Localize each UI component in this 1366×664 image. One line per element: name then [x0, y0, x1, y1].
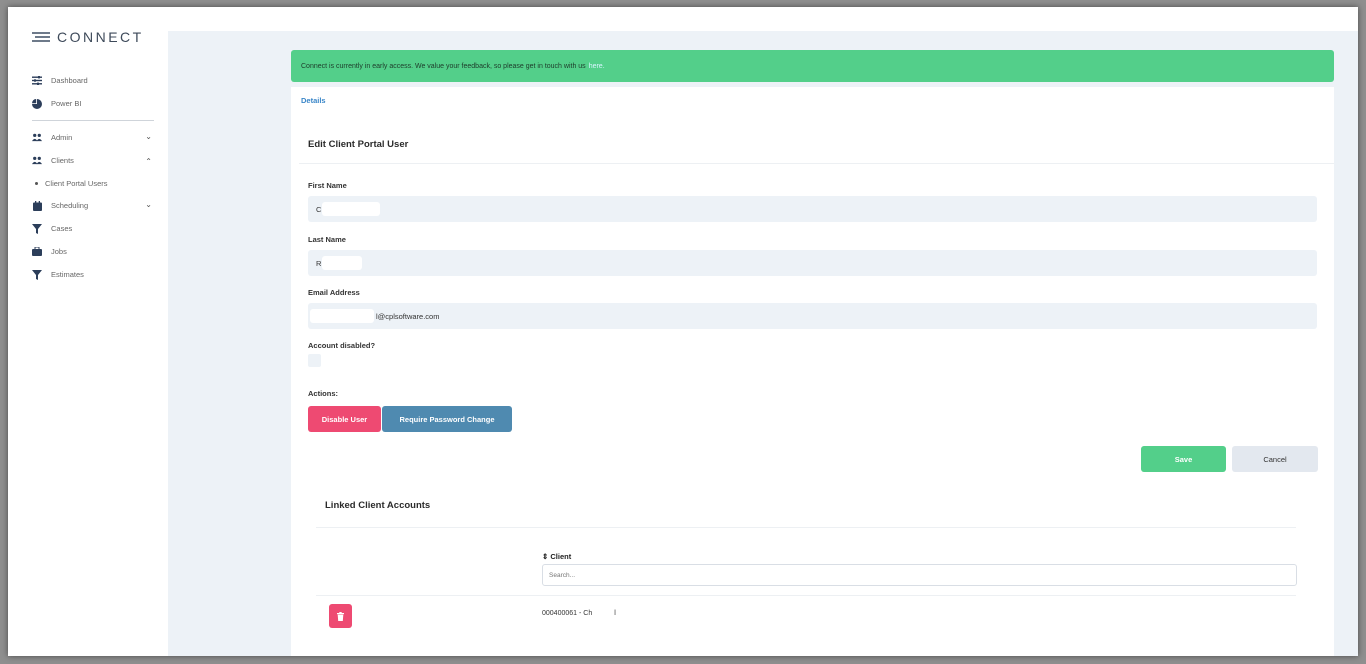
sidebar-item-cases[interactable]: Cases — [8, 217, 168, 240]
redaction — [322, 202, 380, 216]
client-value-suffix: l — [614, 610, 616, 617]
sidebar-item-label: Jobs — [51, 247, 67, 256]
divider — [316, 595, 1296, 596]
sidebar-nav: Dashboard Power BI Admin ⌄ Clients ⌃ Cli… — [8, 69, 168, 286]
chevron-up-icon: ⌃ — [145, 157, 152, 166]
sidebar-item-scheduling[interactable]: Scheduling ⌄ — [8, 194, 168, 217]
last-name-label: Last Name — [308, 235, 346, 244]
users-icon — [32, 156, 42, 166]
sidebar-divider — [32, 120, 154, 121]
sidebar-item-admin[interactable]: Admin ⌄ — [8, 126, 168, 149]
edit-user-card: Edit Client Portal User First Name C Las… — [291, 113, 1334, 656]
sidebar: CONNECT Dashboard Power BI Admin ⌄ Clien… — [8, 7, 168, 656]
sidebar-item-label: Admin — [51, 133, 73, 142]
sidebar-item-dashboard[interactable]: Dashboard — [8, 69, 168, 92]
client-value: 000400061 - Ch — [542, 610, 593, 617]
sidebar-item-estimates[interactable]: Estimates — [8, 263, 168, 286]
content-panel: Details Edit Client Portal User First Na… — [291, 87, 1334, 656]
trash-icon — [337, 611, 344, 621]
connect-logo-icon — [32, 31, 52, 43]
alert-text: Connect is currently in early access. We… — [301, 62, 586, 70]
pie-chart-icon — [32, 98, 42, 109]
sidebar-item-client-portal-users[interactable]: Client Portal Users — [8, 172, 168, 194]
sidebar-item-label: Estimates — [51, 270, 84, 279]
chevron-down-icon: ⌄ — [145, 200, 152, 209]
email-field[interactable]: l@cplsoftware.com — [308, 303, 1317, 329]
sidebar-item-label: Clients — [51, 156, 74, 165]
redaction — [322, 256, 362, 270]
first-name-label: First Name — [308, 181, 347, 190]
client-column-header[interactable]: ⇕ Client — [542, 552, 571, 561]
email-label: Email Address — [308, 288, 360, 297]
save-button[interactable]: Save — [1141, 446, 1226, 472]
chevron-down-icon: ⌄ — [145, 132, 152, 141]
calendar-icon — [32, 200, 42, 211]
redaction — [310, 309, 374, 323]
client-search-input[interactable] — [542, 564, 1297, 586]
filter-icon — [32, 269, 42, 280]
filter-icon — [32, 223, 42, 234]
bullet-icon — [35, 181, 38, 185]
sidebar-item-label: Scheduling — [51, 201, 89, 210]
briefcase-icon — [32, 247, 42, 257]
require-password-change-button[interactable]: Require Password Change — [382, 406, 512, 432]
last-name-value: R — [316, 258, 322, 268]
sidebar-item-clients[interactable]: Clients ⌃ — [8, 149, 168, 172]
actions-label: Actions: — [308, 389, 338, 398]
table-cell-client: 000400061 - Ch l — [542, 610, 616, 617]
email-value: l@cplsoftware.com — [376, 311, 440, 321]
page-title: Edit Client Portal User — [308, 139, 409, 150]
sliders-icon — [32, 76, 42, 86]
account-disabled-checkbox[interactable] — [308, 354, 321, 367]
last-name-field[interactable]: R — [308, 250, 1317, 276]
sidebar-item-label: Power BI — [51, 99, 82, 108]
logo[interactable]: CONNECT — [32, 29, 144, 45]
column-header-label: Client — [550, 552, 572, 561]
app-window: CONNECT Dashboard Power BI Admin ⌄ Clien… — [8, 7, 1358, 656]
sidebar-item-jobs[interactable]: Jobs — [8, 240, 168, 263]
sidebar-item-label: Client Portal Users — [45, 178, 108, 188]
sidebar-item-label: Dashboard — [51, 76, 88, 85]
disable-user-button[interactable]: Disable User — [308, 406, 381, 432]
sidebar-item-label: Cases — [51, 224, 73, 233]
tab-details[interactable]: Details — [301, 96, 326, 105]
divider — [316, 527, 1296, 528]
early-access-alert: Connect is currently in early access. We… — [291, 50, 1334, 82]
first-name-value: C — [316, 204, 322, 214]
delete-link-button[interactable] — [329, 604, 352, 628]
divider — [299, 163, 1334, 164]
account-disabled-label: Account disabled? — [308, 341, 376, 350]
sidebar-item-power-bi[interactable]: Power BI — [8, 92, 168, 115]
users-icon — [32, 133, 42, 143]
alert-feedback-link[interactable]: here. — [589, 63, 605, 70]
logo-text: CONNECT — [57, 29, 144, 45]
first-name-field[interactable]: C — [308, 196, 1317, 222]
sort-icon: ⇕ — [542, 552, 549, 561]
linked-accounts-title: Linked Client Accounts — [325, 500, 431, 511]
cancel-button[interactable]: Cancel — [1232, 446, 1318, 472]
